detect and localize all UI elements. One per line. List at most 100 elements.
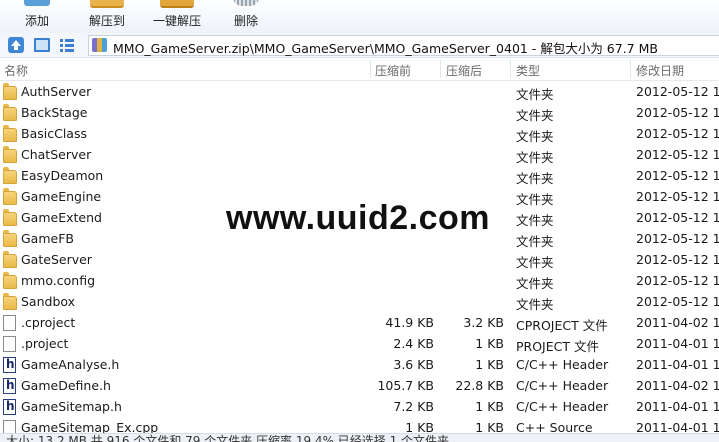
- file-list: AuthServer 文件夹 2012-05-12 19 BackStage 文件夹 20…: [0, 81, 719, 433]
- column-name[interactable]: 名称: [4, 62, 28, 79]
- file-type: 文件夹: [516, 87, 554, 102]
- file-row[interactable]: BackStage 文件夹 2012-05-12 19: [0, 102, 719, 123]
- file-row[interactable]: .project 2.4 KB 1 KB PROJECT 文件 2011-04-01 1…: [0, 333, 719, 354]
- delete-label: 删除: [233, 14, 258, 28]
- add-label: 添加: [24, 14, 49, 28]
- file-modified-date: 2011-04-02 15: [636, 378, 719, 393]
- file-modified-date: 2011-04-01 14: [636, 357, 719, 372]
- file-modified-date: 2011-04-01 14: [636, 336, 719, 351]
- add-button[interactable]: 添加: [20, 0, 54, 33]
- file-row[interactable]: GateServer 文件夹 2012-05-12 19: [0, 249, 719, 270]
- file-size: 41.9 KB: [385, 315, 434, 330]
- file-modified-date: 2012-05-12 19: [636, 273, 719, 288]
- file-type: C++ Source: [516, 420, 593, 433]
- add-icon: [24, 0, 50, 6]
- column-header: 名称 压缩前 压缩后 类型 修改日期: [0, 58, 719, 81]
- file-name: GameEngine: [21, 189, 102, 204]
- file-type: PROJECT 文件: [516, 339, 599, 354]
- path-field[interactable]: MMO_GameServer.zip\MMO_GameServer\MMO_Ga…: [88, 35, 719, 56]
- folder-icon: [3, 209, 17, 226]
- file-row[interactable]: EasyDeamon 文件夹 2012-05-12 19: [0, 165, 719, 186]
- folder-icon: [3, 188, 17, 205]
- file-row[interactable]: GameSitemap_Ex.cpp 1 KB 1 KB C++ Source 2011…: [0, 417, 719, 433]
- column-divider[interactable]: [630, 60, 631, 78]
- file-modified-date: 2011-04-02 15: [636, 315, 719, 330]
- file-name: Sandbox: [21, 294, 76, 309]
- file-name: AuthServer: [21, 84, 92, 99]
- file-row[interactable]: .cproject 41.9 KB 3.2 KB CPROJECT 文件 2011-04…: [0, 312, 719, 333]
- column-divider[interactable]: [510, 60, 511, 78]
- file-name: BasicClass: [21, 126, 87, 141]
- column-divider[interactable]: [440, 60, 441, 78]
- file-row[interactable]: ChatServer 文件夹 2012-05-12 19: [0, 144, 719, 165]
- file-icon: [3, 315, 16, 331]
- file-type: 文件夹: [516, 192, 554, 207]
- file-type: C/C++ Header: [516, 399, 609, 414]
- folder-icon: [3, 230, 17, 247]
- file-modified-date: 2011-04-01 14: [636, 399, 719, 414]
- delete-button[interactable]: 删除: [231, 0, 261, 33]
- extract-to-button[interactable]: 解压到: [86, 0, 128, 33]
- watermark-text: www.uuid2.com: [226, 199, 491, 237]
- file-modified-date: 2012-05-12 19: [636, 105, 719, 120]
- file-type: 文件夹: [516, 234, 554, 249]
- file-row[interactable]: mmo.config 文件夹 2012-05-12 19: [0, 270, 719, 291]
- file-packed-size: 1 KB: [475, 357, 504, 372]
- view-icons-icon[interactable]: [33, 36, 51, 54]
- folder-icon: [3, 167, 17, 184]
- file-type: C/C++ Header: [516, 378, 609, 393]
- file-size: 2.4 KB: [393, 336, 434, 351]
- file-packed-size: 3.2 KB: [463, 315, 504, 330]
- folder-icon: [3, 146, 17, 163]
- folder-icon: [3, 83, 17, 100]
- file-name: GameSitemap.h: [21, 399, 122, 414]
- file-type: 文件夹: [516, 150, 554, 165]
- file-packed-size: 1 KB: [475, 399, 504, 414]
- file-row[interactable]: GameAnalyse.h 3.6 KB 1 KB C/C++ Header 2011-…: [0, 354, 719, 375]
- column-type[interactable]: 类型: [516, 62, 540, 79]
- file-modified-date: 2011-04-01 14: [636, 420, 719, 433]
- file-modified-date: 2012-05-12 19: [636, 84, 719, 99]
- column-modified[interactable]: 修改日期: [636, 62, 684, 79]
- file-type: 文件夹: [516, 129, 554, 144]
- view-list-icon[interactable]: [58, 36, 76, 54]
- file-type: 文件夹: [516, 297, 554, 312]
- file-name: GateServer: [21, 252, 92, 267]
- file-row[interactable]: GameSitemap.h 7.2 KB 1 KB C/C++ Header 2011-…: [0, 396, 719, 417]
- file-size: 1 KB: [405, 420, 434, 433]
- file-modified-date: 2012-05-12 19: [636, 168, 719, 183]
- file-name: EasyDeamon: [21, 168, 104, 183]
- delete-icon: [233, 0, 259, 6]
- header-file-icon: [3, 378, 16, 394]
- toolbar: 添加 解压到 一键解压 删除: [0, 0, 719, 34]
- file-name: GameAnalyse.h: [21, 357, 120, 372]
- file-type: CPROJECT 文件: [516, 318, 608, 333]
- one-click-extract-button[interactable]: 一键解压: [151, 0, 203, 33]
- file-type: 文件夹: [516, 213, 554, 228]
- file-modified-date: 2012-05-12 19: [636, 294, 719, 309]
- column-packed[interactable]: 压缩后: [446, 62, 482, 79]
- file-modified-date: 2012-05-12 19: [636, 231, 719, 246]
- extract-to-label: 解压到: [88, 14, 125, 28]
- file-row[interactable]: AuthServer 文件夹 2012-05-12 19: [0, 81, 719, 102]
- file-packed-size: 1 KB: [475, 336, 504, 351]
- file-size: 105.7 KB: [377, 378, 434, 393]
- zip-archive-icon: [92, 38, 107, 52]
- file-row[interactable]: Sandbox 文件夹 2012-05-12 19: [0, 291, 719, 312]
- up-folder-icon[interactable]: [7, 36, 25, 54]
- file-row[interactable]: GameDefine.h 105.7 KB 22.8 KB C/C++ Header 2…: [0, 375, 719, 396]
- folder-icon: [3, 125, 17, 142]
- file-modified-date: 2012-05-12 19: [636, 252, 719, 267]
- column-size[interactable]: 压缩前: [375, 62, 411, 79]
- header-file-icon: [3, 357, 16, 373]
- file-icon: [3, 420, 16, 433]
- file-modified-date: 2012-05-12 19: [636, 189, 719, 204]
- file-name: GameExtend: [21, 210, 102, 225]
- file-type: 文件夹: [516, 276, 554, 291]
- file-icon: [3, 336, 16, 352]
- column-divider[interactable]: [370, 60, 371, 78]
- file-modified-date: 2012-05-12 19: [636, 147, 719, 162]
- one-click-extract-label: 一键解压: [152, 14, 201, 28]
- file-row[interactable]: BasicClass 文件夹 2012-05-12 19: [0, 123, 719, 144]
- file-name: .cproject: [21, 315, 76, 330]
